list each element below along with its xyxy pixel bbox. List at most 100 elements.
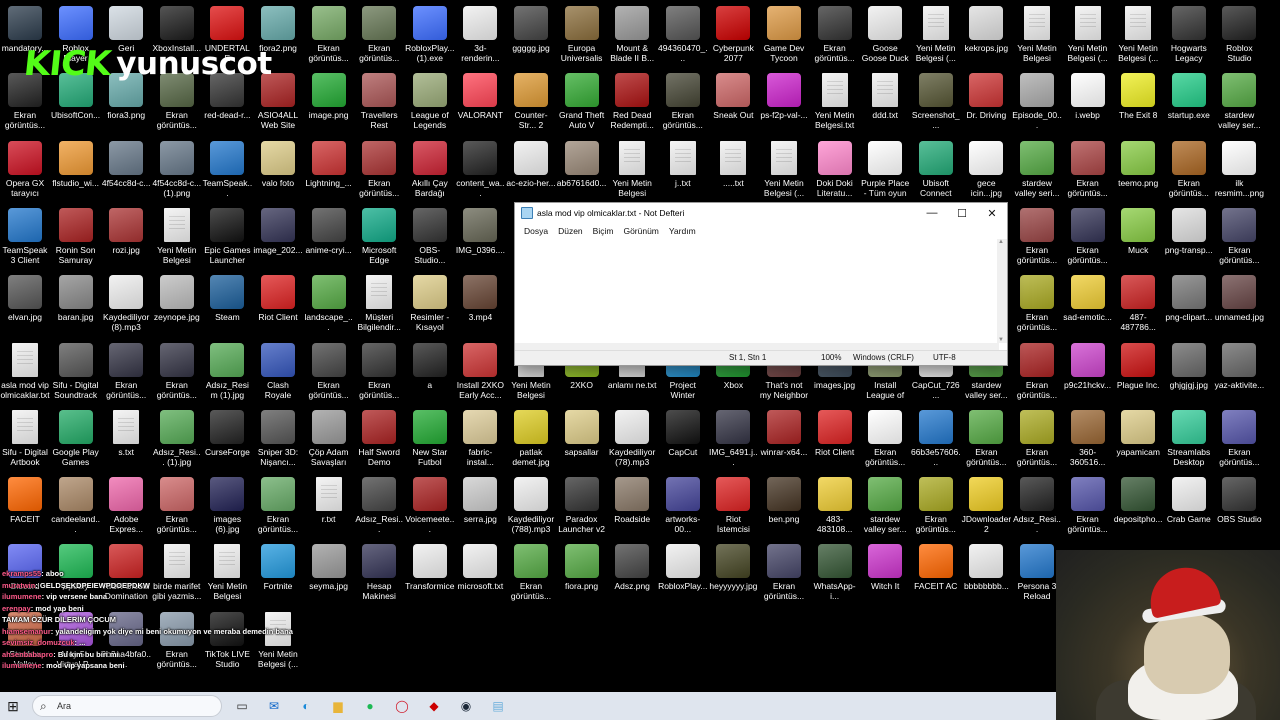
desktop-icon[interactable]: Ekran görüntüs... [860, 408, 910, 467]
desktop-icon[interactable]: Install 2XKO Early Acc... [455, 341, 505, 400]
desktop-icon[interactable]: Persona 3 Reload [1012, 542, 1062, 601]
desktop-icon[interactable]: Streamlabs Desktop [1164, 408, 1214, 467]
desktop-icon[interactable]: Kaydediliyor (788).mp3 [506, 475, 556, 534]
desktop-icon[interactable]: 483-483108... [810, 475, 860, 534]
desktop-icon[interactable]: Ekran görüntüs... [1214, 206, 1264, 265]
desktop-icon[interactable]: Dr. Driving [961, 71, 1011, 120]
desktop-icon[interactable]: winrar-x64... [759, 408, 809, 457]
desktop-icon[interactable]: serra.jpg [455, 475, 505, 524]
desktop-icon[interactable]: 360-360516... [1063, 408, 1113, 467]
minimize-button[interactable]: — [917, 203, 947, 223]
desktop-icon[interactable]: png-transp... [1164, 206, 1214, 255]
notepad-icon[interactable]: ▤ [482, 692, 514, 720]
desktop-icon[interactable]: fiora.png [557, 542, 607, 591]
desktop-icon[interactable]: TeamSpeak... [202, 139, 252, 198]
desktop-icon[interactable]: 3.mp4 [455, 273, 505, 322]
edge-icon[interactable]: ◐ [290, 692, 322, 720]
desktop-icon[interactable]: Adsz.png [607, 542, 657, 591]
desktop-icon[interactable]: Ekran görüntüs... [658, 71, 708, 130]
desktop-icon[interactable]: Ekran görüntüs... [759, 542, 809, 601]
desktop-icon[interactable]: Adsız_Resi... [354, 475, 404, 534]
desktop-icon[interactable]: Muck [1113, 206, 1163, 255]
desktop-icon[interactable]: Ekran görüntüs... [1012, 408, 1062, 467]
desktop-icon[interactable]: Ekran görüntüs... [253, 475, 303, 534]
desktop-icon[interactable]: j..txt [658, 139, 708, 188]
desktop-icon[interactable]: Ekran görüntüs... [810, 4, 860, 63]
desktop-icon[interactable]: content_wa... [455, 139, 505, 198]
desktop-icon[interactable]: image_202... [253, 206, 303, 255]
desktop-icon[interactable]: Game Dev Tycoon [759, 4, 809, 63]
desktop-icon[interactable]: Ekran görüntüs... [304, 4, 354, 63]
desktop-icon[interactable]: Microsoft Edge [354, 206, 404, 265]
desktop-icon[interactable]: Adsız_Resim (1).jpg [202, 341, 252, 400]
desktop-icon[interactable]: Ekran görüntüs... [1063, 139, 1113, 198]
desktop-icon[interactable]: Steam [202, 273, 252, 322]
desktop-icon[interactable]: Google Play Games [51, 408, 101, 467]
desktop-icon[interactable]: IMG_0396.... [455, 206, 505, 255]
desktop-icon[interactable]: artworks-00... [658, 475, 708, 534]
desktop-icon[interactable]: fabric-instal... [455, 408, 505, 467]
desktop-icon[interactable]: Lightning_... [304, 139, 354, 188]
desktop-icon[interactable]: 494360470_... [658, 4, 708, 63]
desktop-icon[interactable]: depositpho... [1113, 475, 1163, 524]
desktop-icon[interactable]: Yeni Metin Belgesi (... [759, 139, 809, 198]
desktop-icon[interactable]: Riot Client [810, 408, 860, 457]
desktop-icon[interactable]: microsoft.txt [455, 542, 505, 591]
menu-dosya[interactable]: Dosya [519, 226, 553, 236]
desktop-icon[interactable]: Roblox Studio [1214, 4, 1264, 63]
menu-yardim[interactable]: Yardım [664, 226, 701, 236]
desktop-icon[interactable]: CurseForge [202, 408, 252, 457]
desktop-icon[interactable]: ddd.txt [860, 71, 910, 120]
desktop-icon[interactable]: Goose Goose Duck [860, 4, 910, 63]
desktop-icon[interactable]: seyma.jpg [304, 542, 354, 591]
menu-bicim[interactable]: Biçim [588, 226, 619, 236]
desktop-icon[interactable]: Episode_00... [1012, 71, 1062, 130]
desktop-icon[interactable]: Doki Doki Literatu... [810, 139, 860, 198]
desktop-icon[interactable]: Ekran görüntüs... [1063, 206, 1113, 265]
desktop-icon[interactable]: The Exit 8 [1113, 71, 1163, 120]
desktop-icon[interactable]: Ekran görüntüs... [354, 341, 404, 400]
desktop-icon[interactable]: Müşteri Bilgilendir... [354, 273, 404, 332]
desktop-icon[interactable]: FACEIT AC [911, 542, 961, 591]
desktop-icon[interactable]: Ekran görüntüs... [1063, 475, 1113, 534]
desktop-icon[interactable]: ilk resmim...png [1214, 139, 1264, 198]
desktop-icon[interactable]: Hesap Makinesi [354, 542, 404, 601]
desktop-icon[interactable]: 66b3e57606... [911, 408, 961, 467]
desktop-icon[interactable]: candeeland... [51, 475, 101, 534]
desktop-icon[interactable]: yaz-aktivite... [1214, 341, 1264, 390]
desktop-icon[interactable]: sad-emotic... [1063, 273, 1113, 322]
desktop-icon[interactable]: Paradox Launcher v2 [557, 475, 607, 534]
desktop-icon[interactable]: Red Dead Redempti... [607, 71, 657, 130]
close-button[interactable]: ✕ [977, 203, 1007, 223]
desktop-icon[interactable]: Adsız_Resi... (1).jpg [152, 408, 202, 467]
desktop-icon[interactable]: Ekran görüntüs... [1012, 206, 1062, 265]
desktop-icon[interactable]: ab67616d0... [557, 139, 607, 188]
desktop-icon[interactable]: Yeni Metin Belgesi (7).txt [152, 206, 202, 266]
desktop-icon[interactable]: gece icin...jpg [961, 139, 1011, 198]
desktop-icon[interactable]: a [405, 341, 455, 390]
desktop-icon[interactable]: League of Legends [405, 71, 455, 130]
desktop-icon[interactable]: Epic Games Launcher [202, 206, 252, 265]
desktop-icon[interactable]: Kaydediliyor (8).mp3 [101, 273, 151, 332]
outlook-icon[interactable]: ✉ [258, 692, 290, 720]
start-button[interactable]: ⊞ [0, 692, 26, 720]
desktop-icon[interactable]: stardew valley ser... [860, 475, 910, 534]
desktop-icon[interactable]: Voicemeete... [405, 475, 455, 534]
desktop-icon[interactable]: IMG_6491.j... [708, 408, 758, 467]
desktop-icon[interactable]: Ekran görüntüs... [152, 341, 202, 400]
desktop-icon[interactable]: Mount & Blade II B... [607, 4, 657, 63]
desktop-icon[interactable]: Counter-Str... 2 [506, 71, 556, 130]
desktop-icon[interactable]: FACEIT [0, 475, 50, 524]
desktop-icon[interactable]: 3d-renderin... [455, 4, 505, 63]
desktop-icon[interactable]: Riot İstemcisi [708, 475, 758, 534]
desktop-icon[interactable]: Ekran görüntüs... [304, 341, 354, 400]
desktop-icon[interactable]: png-clipart... [1164, 273, 1214, 322]
desktop-icon[interactable]: yapamicam [1113, 408, 1163, 457]
desktop-icon[interactable]: New Star Futbol [405, 408, 455, 467]
maximize-button[interactable]: ☐ [947, 203, 977, 223]
desktop-icon[interactable]: Akıllı Çay Bardağı [405, 139, 455, 198]
desktop-icon[interactable]: asla mod vip olmicaklar.txt [0, 341, 50, 400]
desktop-icon[interactable]: Ubisoft Connect [911, 139, 961, 198]
desktop-icon[interactable]: flstudio_wi... [51, 139, 101, 188]
desktop-icon[interactable]: valo foto [253, 139, 303, 188]
